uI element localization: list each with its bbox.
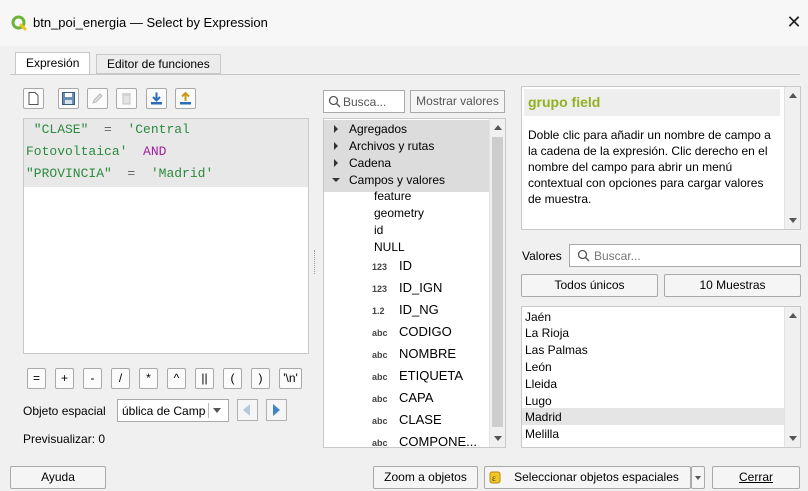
previous-feature-button[interactable] xyxy=(237,399,258,421)
string-type-icon: abc xyxy=(372,372,388,382)
feature-label: Objeto espacial xyxy=(23,404,106,418)
operator-concat-button[interactable]: || xyxy=(195,368,214,389)
search-icon xyxy=(577,249,590,262)
tree-item[interactable]: ID_NG xyxy=(399,302,439,318)
tree-scrollbar[interactable] xyxy=(489,119,505,447)
tree-item[interactable]: COMPONE... xyxy=(399,434,477,447)
operator-equals-button[interactable]: = xyxy=(27,368,46,389)
tree-item[interactable]: ID_IGN xyxy=(399,280,442,296)
ten-samples-button[interactable]: 10 Muestras xyxy=(664,274,801,297)
chevron-down-icon xyxy=(213,408,221,413)
delete-icon[interactable] xyxy=(116,88,137,109)
show-values-button[interactable]: Mostrar valores xyxy=(410,90,505,113)
feature-value: ública de Campo xyxy=(122,404,206,418)
operator-minus-button[interactable]: - xyxy=(83,368,102,389)
svg-text:ε: ε xyxy=(492,473,496,483)
tab-expresion[interactable]: Expresión xyxy=(15,52,91,75)
string-type-icon: abc xyxy=(372,328,388,338)
tree-item[interactable]: id xyxy=(374,222,383,238)
tree-item[interactable]: feature xyxy=(374,188,411,204)
string-type-icon: abc xyxy=(372,350,388,360)
list-item[interactable]: La Rioja xyxy=(525,325,569,341)
list-item[interactable]: León xyxy=(525,359,552,375)
tree-item[interactable]: CLASE xyxy=(399,412,442,428)
tree-group-cadena[interactable]: Cadena xyxy=(349,155,391,171)
chevron-down-icon xyxy=(695,476,701,480)
preview-label: Previsualizar: 0 xyxy=(23,432,106,446)
operator-plus-button[interactable]: + xyxy=(55,368,74,389)
tree-group-agregados[interactable]: Agregados xyxy=(349,121,407,137)
export-icon[interactable] xyxy=(175,88,196,109)
operator-divide-button[interactable]: / xyxy=(111,368,130,389)
string-type-icon: abc xyxy=(372,416,388,426)
list-item[interactable]: Lleida xyxy=(525,376,557,392)
operator-newline-button[interactable]: '\n' xyxy=(279,368,302,389)
list-item[interactable]: Jaén xyxy=(525,309,551,325)
close-button[interactable]: Cerrar xyxy=(712,466,800,489)
operator-multiply-button[interactable]: * xyxy=(139,368,158,389)
close-icon[interactable]: ✕ xyxy=(786,12,802,32)
decimal-type-icon: 1.2 xyxy=(372,306,385,316)
next-feature-button[interactable] xyxy=(266,399,287,421)
expression-editor[interactable]: "CLASE" = 'Central Fotovoltaica' AND "PR… xyxy=(23,118,309,354)
integer-type-icon: 123 xyxy=(372,284,388,294)
window-title: btn_poi_energia — Select by Expression xyxy=(33,15,268,30)
tab-function-editor[interactable]: Editor de funciones xyxy=(96,54,221,74)
select-features-button[interactable]: ε Seleccionar objetos espaciales xyxy=(484,466,691,489)
list-item[interactable]: Melilla xyxy=(525,426,559,442)
list-item[interactable]: Lugo xyxy=(525,393,552,409)
function-tree[interactable]: Agregados Archivos y rutas Cadena Campos… xyxy=(323,118,506,448)
string-type-icon: abc xyxy=(372,394,388,404)
edit-icon[interactable] xyxy=(87,88,108,109)
operator-open-paren-button[interactable]: ( xyxy=(223,368,242,389)
import-icon[interactable] xyxy=(146,88,167,109)
tree-item[interactable]: ETIQUETA xyxy=(399,368,463,384)
zoom-to-features-button[interactable]: Zoom a objetos xyxy=(373,466,478,489)
values-search-input[interactable]: Buscar... xyxy=(569,244,801,267)
tree-item[interactable]: NOMBRE xyxy=(399,346,456,362)
operator-close-paren-button[interactable]: ) xyxy=(251,368,270,389)
feature-combobox[interactable]: ública de Campo xyxy=(117,399,229,422)
list-item[interactable]: Las Palmas xyxy=(525,342,588,358)
select-expression-icon: ε xyxy=(489,471,501,484)
tree-group-archivos[interactable]: Archivos y rutas xyxy=(349,138,434,154)
help-scrollbar[interactable] xyxy=(784,87,800,229)
help-panel: grupo field Doble clic para añadir un no… xyxy=(521,86,801,230)
values-label: Valores xyxy=(522,249,562,263)
function-search-input[interactable]: Busca... xyxy=(323,90,405,113)
tree-group-campos[interactable]: Campos y valores xyxy=(349,172,445,188)
chevron-down-icon[interactable] xyxy=(332,178,340,182)
chevron-right-icon[interactable] xyxy=(334,125,338,133)
expression-line-2: Fotovoltaica' AND xyxy=(26,144,167,159)
tree-item[interactable]: NULL xyxy=(374,239,405,255)
search-icon xyxy=(328,95,341,108)
operator-power-button[interactable]: ^ xyxy=(167,368,186,389)
chevron-right-icon[interactable] xyxy=(334,159,338,167)
string-type-icon: abc xyxy=(372,438,388,448)
tree-item[interactable]: ID xyxy=(399,258,412,274)
values-list[interactable]: Jaén La Rioja Las Palmas León Lleida Lug… xyxy=(521,306,801,448)
new-file-icon[interactable] xyxy=(23,88,44,109)
splitter-handle[interactable] xyxy=(314,250,318,274)
chevron-right-icon[interactable] xyxy=(334,142,338,150)
qgis-icon xyxy=(11,15,27,31)
tree-item[interactable]: geometry xyxy=(374,205,424,221)
select-options-dropdown[interactable] xyxy=(691,466,705,489)
values-scrollbar[interactable] xyxy=(784,307,800,447)
preview-value: 0 xyxy=(98,432,106,446)
help-text: Doble clic para añadir un nombre de camp… xyxy=(528,128,771,206)
all-unique-button[interactable]: Todos únicos xyxy=(521,274,658,297)
save-icon[interactable] xyxy=(58,88,79,109)
integer-type-icon: 123 xyxy=(372,262,388,272)
tree-item[interactable]: CODIGO xyxy=(399,324,452,340)
tree-item[interactable]: CAPA xyxy=(399,390,433,406)
expression-line-1: "CLASE" = 'Central xyxy=(26,122,190,137)
expression-line-3: "PROVINCIA" = 'Madrid' xyxy=(26,166,214,181)
list-item-selected[interactable]: Madrid xyxy=(525,409,562,425)
help-button[interactable]: Ayuda xyxy=(10,466,106,489)
help-title: grupo field xyxy=(528,94,601,110)
